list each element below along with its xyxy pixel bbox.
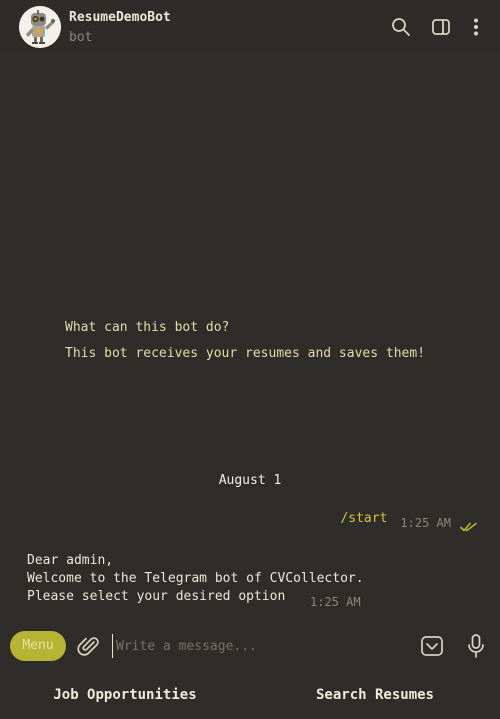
- chat-title: ResumeDemoBot: [69, 10, 171, 25]
- keyboard-button-job-opportunities[interactable]: Job Opportunities: [0, 680, 250, 712]
- robot-avatar-icon: [19, 6, 61, 48]
- keyboard-button-search-resumes[interactable]: Search Resumes: [250, 680, 500, 712]
- outgoing-message[interactable]: /start 1:25 AM: [340, 510, 478, 536]
- search-icon: [392, 18, 410, 36]
- bot-intro: What can this bot do? This bot receives …: [65, 319, 425, 363]
- incoming-message-line: Welcome to the Telegram bot of CVCollect…: [27, 571, 364, 586]
- chat-title-block[interactable]: ResumeDemoBot bot: [69, 9, 171, 47]
- keyboard-collapse-icon: [421, 636, 443, 656]
- sidebar-panel-icon: [432, 19, 450, 35]
- message-composer: Menu: [0, 622, 500, 670]
- bot-intro-heading: What can this bot do?: [65, 320, 230, 335]
- date-separator: August 1: [218, 473, 282, 488]
- avatar[interactable]: [19, 6, 61, 48]
- message-input[interactable]: [112, 634, 406, 658]
- bot-keyboard-toggle-button[interactable]: [420, 634, 444, 658]
- reply-keyboard: Job Opportunities Search Resumes: [0, 680, 500, 712]
- microphone-icon: [468, 634, 484, 658]
- more-vertical-icon: [474, 18, 478, 36]
- bot-menu-button[interactable]: Menu: [10, 631, 66, 661]
- read-receipt: [460, 517, 478, 536]
- chat-window: ResumeDemoBot bot What can this bot do?: [0, 0, 500, 719]
- message-time: 1:25 AM: [400, 516, 451, 530]
- paperclip-icon: [77, 637, 99, 656]
- voice-message-button[interactable]: [464, 633, 488, 659]
- incoming-message-line: Dear admin,: [27, 553, 114, 568]
- toggle-sidebar-button[interactable]: [428, 14, 454, 40]
- bot-intro-text: This bot receives your resumes and saves…: [65, 346, 426, 361]
- more-options-button[interactable]: [463, 14, 489, 40]
- chat-header: ResumeDemoBot bot: [0, 0, 500, 54]
- search-button[interactable]: [388, 14, 414, 40]
- double-check-icon: [460, 522, 477, 532]
- outgoing-message-text[interactable]: /start: [340, 510, 387, 528]
- attach-button[interactable]: [77, 634, 101, 658]
- message-time: 1:25 AM: [310, 595, 361, 609]
- chat-subtitle: bot: [69, 30, 93, 45]
